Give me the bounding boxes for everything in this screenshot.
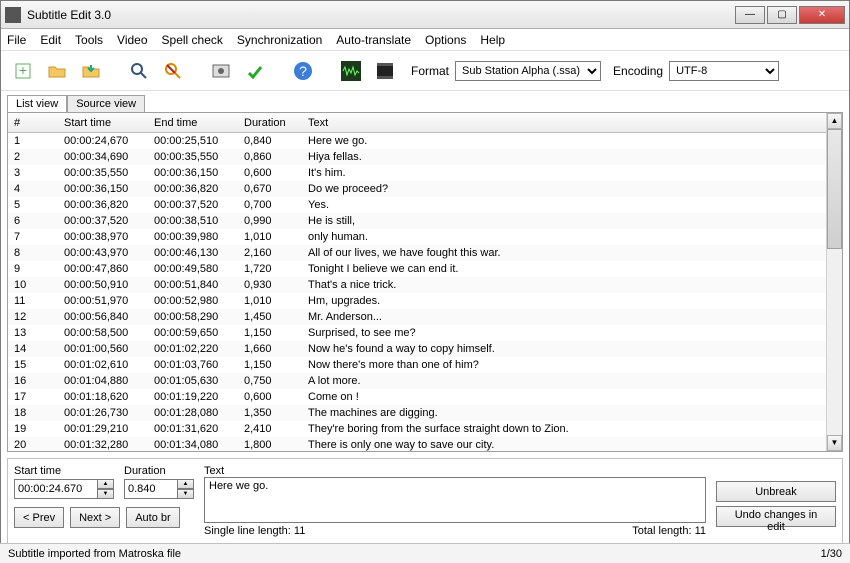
single-line-length: Single line length: 11	[204, 525, 305, 537]
table-row[interactable]: 1300:00:58,50000:00:59,6501,150Surprised…	[8, 325, 826, 341]
titlebar: Subtitle Edit 3.0 — ▢ ✕	[1, 1, 849, 29]
table-row[interactable]: 400:00:36,15000:00:36,8200,670Do we proc…	[8, 181, 826, 197]
table-row[interactable]: 300:00:35,55000:00:36,1500,600It's him.	[8, 165, 826, 181]
encoding-label: Encoding	[613, 64, 663, 78]
menubar: File Edit Tools Video Spell check Synchr…	[1, 29, 849, 51]
spin-down-icon[interactable]: ▼	[98, 489, 114, 499]
vertical-scrollbar[interactable]: ▲ ▼	[826, 113, 842, 451]
help-button[interactable]: ?	[289, 57, 317, 85]
table-row[interactable]: 1800:01:26,73000:01:28,0801,350The machi…	[8, 405, 826, 421]
scroll-thumb[interactable]	[827, 129, 842, 249]
format-label: Format	[411, 64, 449, 78]
table-row[interactable]: 1600:01:04,88000:01:05,6300,750A lot mor…	[8, 373, 826, 389]
subtitle-table: # Start time End time Duration Text 100:…	[7, 112, 843, 452]
start-time-input[interactable]	[14, 479, 98, 499]
menu-tools[interactable]: Tools	[75, 33, 103, 47]
open-button[interactable]	[43, 57, 71, 85]
table-row[interactable]: 2000:01:32,28000:01:34,0801,800There is …	[8, 437, 826, 451]
duration-spinner[interactable]: ▲▼	[124, 479, 194, 499]
menu-sync[interactable]: Synchronization	[237, 33, 322, 47]
format-combo[interactable]: Sub Station Alpha (.ssa)	[455, 61, 601, 81]
svg-text:?: ?	[299, 63, 307, 79]
menu-options[interactable]: Options	[425, 33, 466, 47]
app-icon	[5, 7, 21, 23]
start-time-label: Start time	[14, 465, 114, 477]
spellcheck-button[interactable]	[241, 57, 269, 85]
tab-listview[interactable]: List view	[7, 95, 67, 112]
menu-file[interactable]: File	[7, 33, 26, 47]
unbreak-button[interactable]: Unbreak	[716, 481, 836, 502]
start-time-spinner[interactable]: ▲▼	[14, 479, 114, 499]
spin-down-icon[interactable]: ▼	[178, 489, 194, 499]
status-message: Subtitle imported from Matroska file	[8, 548, 181, 560]
table-row[interactable]: 1700:01:18,62000:01:19,2200,600Come on !	[8, 389, 826, 405]
window-title: Subtitle Edit 3.0	[27, 8, 733, 22]
autobr-button[interactable]: Auto br	[126, 507, 179, 528]
undo-edit-button[interactable]: Undo changes in edit	[716, 506, 836, 527]
minimize-button[interactable]: —	[735, 6, 765, 24]
duration-input[interactable]	[124, 479, 178, 499]
menu-spellcheck[interactable]: Spell check	[162, 33, 223, 47]
edit-pane: Start time ▲▼ Duration ▲▼ < Prev Next > …	[7, 458, 843, 544]
table-row[interactable]: 200:00:34,69000:00:35,5500,860Hiya fella…	[8, 149, 826, 165]
table-row[interactable]: 700:00:38,97000:00:39,9801,010only human…	[8, 229, 826, 245]
table-row[interactable]: 1500:01:02,61000:01:03,7601,150Now there…	[8, 357, 826, 373]
prev-button[interactable]: < Prev	[14, 507, 64, 528]
col-duration[interactable]: Duration	[238, 117, 302, 129]
menu-video[interactable]: Video	[117, 33, 147, 47]
table-header: # Start time End time Duration Text	[8, 113, 826, 133]
text-input[interactable]: Here we go.	[204, 477, 706, 523]
scroll-up-icon[interactable]: ▲	[827, 113, 842, 129]
view-tabs: List view Source view	[7, 95, 843, 112]
table-row[interactable]: 600:00:37,52000:00:38,5100,990He is stil…	[8, 213, 826, 229]
find-button[interactable]	[125, 57, 153, 85]
video-button[interactable]	[371, 57, 399, 85]
total-length: Total length: 11	[632, 525, 706, 537]
col-number[interactable]: #	[8, 117, 58, 129]
tab-sourceview[interactable]: Source view	[67, 95, 145, 112]
spin-up-icon[interactable]: ▲	[98, 479, 114, 489]
table-row[interactable]: 1400:01:00,56000:01:02,2201,660Now he's …	[8, 341, 826, 357]
encoding-combo[interactable]: UTF-8	[669, 61, 779, 81]
save-button[interactable]	[77, 57, 105, 85]
col-start[interactable]: Start time	[58, 117, 148, 129]
waveform-button[interactable]	[337, 57, 365, 85]
menu-help[interactable]: Help	[480, 33, 505, 47]
table-row[interactable]: 500:00:36,82000:00:37,5200,700Yes.	[8, 197, 826, 213]
table-body[interactable]: 100:00:24,67000:00:25,5100,840Here we go…	[8, 133, 826, 451]
col-end[interactable]: End time	[148, 117, 238, 129]
table-row[interactable]: 100:00:24,67000:00:25,5100,840Here we go…	[8, 133, 826, 149]
maximize-button[interactable]: ▢	[767, 6, 797, 24]
next-button[interactable]: Next >	[70, 507, 120, 528]
scroll-down-icon[interactable]: ▼	[827, 435, 842, 451]
spin-up-icon[interactable]: ▲	[178, 479, 194, 489]
status-bar: Subtitle imported from Matroska file 1/3…	[0, 543, 850, 563]
new-button[interactable]: +	[9, 57, 37, 85]
col-text[interactable]: Text	[302, 117, 826, 129]
table-row[interactable]: 900:00:47,86000:00:49,5801,720Tonight I …	[8, 261, 826, 277]
visual-sync-button[interactable]	[207, 57, 235, 85]
svg-text:+: +	[19, 62, 27, 78]
close-button[interactable]: ✕	[799, 6, 845, 24]
toolbar: + ? Format Sub Station Alpha (.ssa) Enco…	[1, 51, 849, 91]
replace-button[interactable]	[159, 57, 187, 85]
table-row[interactable]: 800:00:43,97000:00:46,1302,160All of our…	[8, 245, 826, 261]
table-row[interactable]: 1900:01:29,21000:01:31,6202,410They're b…	[8, 421, 826, 437]
table-row[interactable]: 1000:00:50,91000:00:51,8400,930That's a …	[8, 277, 826, 293]
table-row[interactable]: 1200:00:56,84000:00:58,2901,450Mr. Ander…	[8, 309, 826, 325]
menu-edit[interactable]: Edit	[40, 33, 61, 47]
table-row[interactable]: 1100:00:51,97000:00:52,9801,010Hm, upgra…	[8, 293, 826, 309]
menu-autotranslate[interactable]: Auto-translate	[336, 33, 411, 47]
text-label: Text	[204, 465, 706, 477]
duration-label: Duration	[124, 465, 194, 477]
status-position: 1/30	[821, 548, 842, 560]
